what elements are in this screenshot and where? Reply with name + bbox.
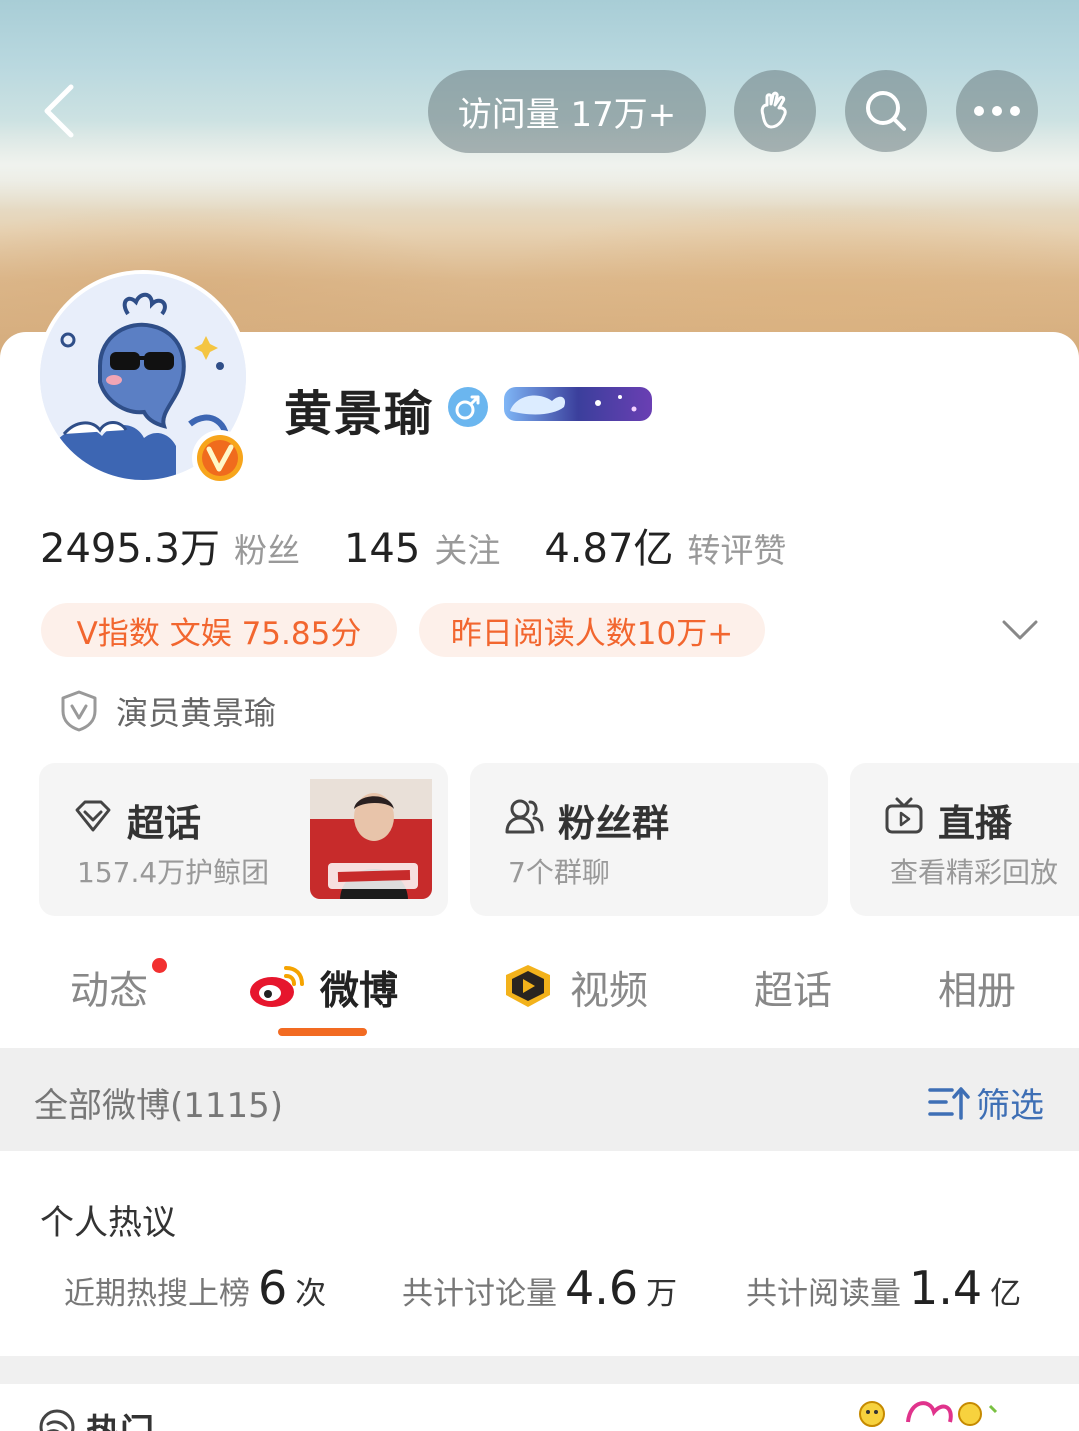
- interactions-count: 4.87亿: [544, 526, 674, 572]
- search-icon: [866, 91, 906, 131]
- read-stat: 共计阅读量 1.4 亿: [746, 1261, 1021, 1315]
- diamond-icon: [75, 800, 111, 832]
- tab-video[interactable]: 视频: [570, 960, 648, 1016]
- active-tab-indicator: [278, 1028, 367, 1036]
- personal-hot-section: 个人热议 近期热搜上榜 6 次 共计讨论量 4.6 万 共计阅读量 1.4 亿: [0, 1151, 1079, 1356]
- hot-posts-section[interactable]: 热门: [0, 1384, 1079, 1431]
- read-value: 1.4: [909, 1261, 983, 1315]
- followers-label[interactable]: 粉丝: [234, 524, 300, 572]
- hot-search-unit: 次: [295, 1276, 327, 1312]
- interactions-label: 转评赞: [687, 531, 787, 570]
- profile-stats: 2495.3万 粉丝 145 关注 4.87亿 转评赞: [40, 516, 830, 572]
- following-label[interactable]: 关注: [434, 524, 500, 572]
- hot-posts-title: 热门: [86, 1404, 154, 1431]
- verified-v-badge: [192, 430, 248, 486]
- discussion-stat: 共计讨论量 4.6 万: [402, 1261, 677, 1315]
- more-dots-icon: [974, 106, 1020, 116]
- followers-count[interactable]: 2495.3万: [40, 516, 220, 574]
- entry-fan-group-title: 粉丝群: [558, 802, 669, 845]
- discussion-label: 共计讨论量: [402, 1276, 557, 1312]
- entry-live[interactable]: 直播 查看精彩回放: [850, 763, 1079, 916]
- v-index-label: V指数 文娱 75.85分: [76, 615, 362, 652]
- visits-button[interactable]: 访问量 17万+: [428, 70, 706, 153]
- read-label: 共计阅读量: [746, 1276, 901, 1312]
- following-count[interactable]: 145: [344, 526, 420, 572]
- expand-profile-button[interactable]: [998, 612, 1042, 648]
- tab-super-topic[interactable]: 超话: [754, 960, 832, 1016]
- poke-button[interactable]: [734, 70, 816, 152]
- unread-dot: [152, 958, 167, 973]
- video-badge-icon: [506, 965, 550, 1007]
- whale-member-badge-icon[interactable]: [502, 381, 654, 427]
- read-count-label: 昨日阅读人数10万+: [450, 615, 734, 652]
- filter-button[interactable]: 筛选: [928, 1078, 1044, 1127]
- hand-wave-icon: [760, 91, 787, 129]
- filter-sort-icon: [928, 1086, 970, 1120]
- entry-live-subtitle: 查看精彩回放: [890, 856, 1059, 889]
- top-bar: 访问量 17万+: [0, 70, 1079, 154]
- personal-hot-title: 个人热议: [40, 1203, 176, 1243]
- certification-row: 演员黄景瑜: [60, 688, 276, 734]
- hot-search-label: 近期热搜上榜: [64, 1276, 250, 1312]
- visits-label: 访问量 17万+: [457, 95, 677, 135]
- shield-v-icon: [61, 690, 97, 732]
- hot-icon: [39, 1409, 75, 1431]
- read-unit: 亿: [990, 1276, 1022, 1312]
- weibo-logo-icon: [250, 966, 304, 1007]
- group-icon: [505, 799, 544, 834]
- discussion-unit: 万: [646, 1276, 678, 1312]
- chevron-left-icon: [44, 84, 74, 138]
- search-button[interactable]: [845, 70, 927, 152]
- entry-super-topic-title: 超话: [127, 802, 201, 845]
- all-posts-count: 全部微博(1115): [34, 1086, 284, 1126]
- read-count-tag[interactable]: 昨日阅读人数10万+: [419, 603, 765, 657]
- v-index-tag[interactable]: V指数 文娱 75.85分: [41, 603, 397, 657]
- entry-fan-group-subtitle: 7个群聊: [508, 856, 610, 889]
- discussion-value: 4.6: [565, 1261, 639, 1315]
- tab-weibo[interactable]: 微博: [320, 960, 398, 1016]
- certification-label: 演员黄景瑜: [116, 694, 277, 732]
- back-button[interactable]: [28, 78, 88, 144]
- super-topic-thumbnail: [310, 779, 432, 899]
- tab-activity[interactable]: 动态: [70, 960, 148, 1016]
- hot-search-stat: 近期热搜上榜 6 次: [64, 1261, 326, 1315]
- more-button[interactable]: [956, 70, 1038, 152]
- chevron-down-icon: [1002, 620, 1038, 640]
- tab-album[interactable]: 相册: [938, 960, 1016, 1016]
- orange-v-icon: [197, 435, 243, 481]
- entry-super-topic[interactable]: 超话 157.4万护鲸团: [39, 763, 448, 916]
- filter-label: 筛选: [976, 1086, 1044, 1126]
- entry-fan-group[interactable]: 粉丝群 7个群聊: [470, 763, 828, 916]
- male-gender-icon: [448, 387, 488, 427]
- decorative-sticker-icon: [859, 1401, 998, 1427]
- feed-filter-bar: 全部微博(1115) 筛选: [0, 1048, 1079, 1151]
- profile-name: 黄景瑜: [284, 386, 435, 442]
- entry-super-topic-subtitle: 157.4万护鲸团: [77, 856, 270, 889]
- tv-icon: [885, 797, 923, 834]
- section-divider: [0, 1356, 1079, 1384]
- entry-live-title: 直播: [938, 802, 1012, 845]
- hot-search-value: 6: [258, 1261, 288, 1315]
